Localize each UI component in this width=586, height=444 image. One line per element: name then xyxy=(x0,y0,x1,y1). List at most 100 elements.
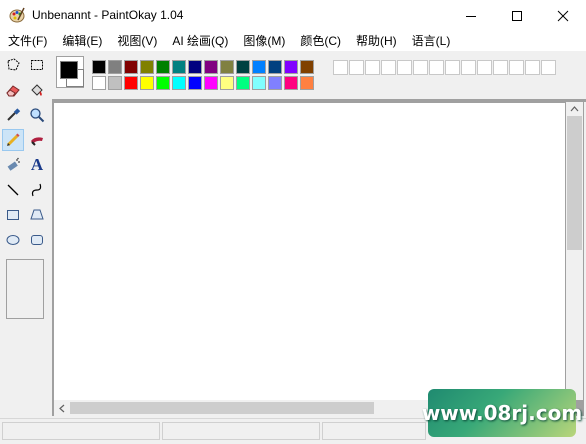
custom-color-slot[interactable] xyxy=(429,60,444,75)
ellipse-icon xyxy=(6,235,20,245)
color-swatch[interactable] xyxy=(268,76,282,90)
color-swatch[interactable] xyxy=(204,76,218,90)
menu-ai-draw[interactable]: AI 绘画(Q) xyxy=(164,31,235,51)
color-swatch[interactable] xyxy=(92,76,106,90)
eraser-tool[interactable] xyxy=(2,79,24,101)
color-swatch[interactable] xyxy=(204,60,218,74)
menu-help[interactable]: 帮助(H) xyxy=(348,31,404,51)
tool-options-panel[interactable] xyxy=(6,259,44,319)
custom-color-slot[interactable] xyxy=(397,60,412,75)
color-swatch[interactable] xyxy=(300,76,314,90)
menu-view[interactable]: 视图(V) xyxy=(109,31,164,51)
color-swatch[interactable] xyxy=(156,76,170,90)
fill-bucket-icon xyxy=(31,84,43,96)
color-swatch[interactable] xyxy=(252,60,266,74)
color-swatch[interactable] xyxy=(108,76,122,90)
airbrush-icon xyxy=(7,157,20,171)
airbrush-tool[interactable] xyxy=(2,154,24,176)
free-select-tool[interactable] xyxy=(2,54,24,76)
color-swatch[interactable] xyxy=(140,60,154,74)
color-swatch[interactable] xyxy=(140,76,154,90)
minimize-icon xyxy=(466,15,476,17)
color-swatch[interactable] xyxy=(252,76,266,90)
custom-color-slot[interactable] xyxy=(445,60,460,75)
custom-color-slot[interactable] xyxy=(333,60,348,75)
custom-color-slot[interactable] xyxy=(493,60,508,75)
rect-select-tool[interactable] xyxy=(26,54,48,76)
status-cell-message xyxy=(2,422,160,440)
color-swatch[interactable] xyxy=(300,60,314,74)
color-swatch[interactable] xyxy=(188,60,202,74)
status-cell-position xyxy=(162,422,320,440)
color-swatch[interactable] xyxy=(236,76,250,90)
color-swatch[interactable] xyxy=(236,60,250,74)
text-icon: A xyxy=(30,155,44,174)
line-icon xyxy=(7,184,19,196)
magnifier-icon xyxy=(30,108,45,123)
color-swatch[interactable] xyxy=(108,60,122,74)
brush-tool[interactable] xyxy=(26,129,48,151)
color-swatch[interactable] xyxy=(124,60,138,74)
line-tool[interactable] xyxy=(2,179,24,201)
custom-color-slot[interactable] xyxy=(365,60,380,75)
custom-color-slot[interactable] xyxy=(477,60,492,75)
fill-bucket-tool[interactable] xyxy=(26,79,48,101)
vertical-scroll-thumb[interactable] xyxy=(567,116,582,250)
custom-color-slot[interactable] xyxy=(461,60,476,75)
watermark: www.08rj.com xyxy=(422,389,582,437)
color-swatch[interactable] xyxy=(220,76,234,90)
window-title: Unbenannt - PaintOkay 1.04 xyxy=(32,8,184,22)
rectangle-tool[interactable] xyxy=(2,204,24,226)
scroll-up-icon[interactable] xyxy=(570,105,579,112)
color-swatch[interactable] xyxy=(268,60,282,74)
close-button[interactable] xyxy=(540,0,586,31)
free-select-icon xyxy=(7,58,20,71)
current-colors[interactable] xyxy=(56,56,84,88)
minimize-button[interactable] xyxy=(448,0,494,31)
rectangle-icon xyxy=(7,210,19,220)
menu-bar: 文件(F) 编辑(E) 视图(V) AI 绘画(Q) 图像(M) 颜色(C) 帮… xyxy=(0,31,586,51)
curve-tool[interactable] xyxy=(26,179,48,201)
rect-select-icon xyxy=(31,60,43,70)
app-icon xyxy=(9,7,25,23)
rounded-rect-tool[interactable] xyxy=(26,229,48,251)
rounded-rect-icon xyxy=(31,235,43,245)
color-swatch[interactable] xyxy=(188,76,202,90)
color-palette xyxy=(52,52,586,98)
title-bar: Unbenannt - PaintOkay 1.04 xyxy=(0,0,586,32)
custom-color-slot[interactable] xyxy=(413,60,428,75)
foreground-color-box[interactable] xyxy=(60,61,78,79)
color-swatch[interactable] xyxy=(156,60,170,74)
horizontal-scroll-thumb[interactable] xyxy=(70,402,374,414)
menu-image[interactable]: 图像(M) xyxy=(235,31,292,51)
color-swatch[interactable] xyxy=(284,60,298,74)
polygon-tool[interactable] xyxy=(26,204,48,226)
menu-colors[interactable]: 颜色(C) xyxy=(292,31,348,51)
maximize-button[interactable] xyxy=(494,0,540,31)
color-swatch[interactable] xyxy=(220,60,234,74)
menu-file[interactable]: 文件(F) xyxy=(0,31,54,51)
color-swatch[interactable] xyxy=(172,60,186,74)
maximize-icon xyxy=(512,10,522,21)
menu-edit[interactable]: 编辑(E) xyxy=(54,31,109,51)
color-swatch[interactable] xyxy=(172,76,186,90)
color-picker-tool[interactable] xyxy=(2,104,24,126)
eraser-icon xyxy=(6,85,20,97)
magnifier-tool[interactable] xyxy=(26,104,48,126)
text-tool[interactable]: A xyxy=(26,154,48,176)
color-swatch[interactable] xyxy=(92,60,106,74)
pencil-icon xyxy=(6,133,20,147)
color-swatch[interactable] xyxy=(124,76,138,90)
custom-color-slot[interactable] xyxy=(509,60,524,75)
color-swatch[interactable] xyxy=(284,76,298,90)
menu-language[interactable]: 语言(L) xyxy=(404,31,458,51)
custom-color-slot[interactable] xyxy=(381,60,396,75)
vertical-scrollbar[interactable] xyxy=(566,102,583,400)
custom-color-slot[interactable] xyxy=(525,60,540,75)
drawing-canvas[interactable] xyxy=(54,103,565,400)
ellipse-tool[interactable] xyxy=(2,229,24,251)
scroll-left-icon[interactable] xyxy=(58,404,65,413)
pencil-tool[interactable] xyxy=(2,129,24,151)
custom-color-slot[interactable] xyxy=(541,60,556,75)
custom-color-slot[interactable] xyxy=(349,60,364,75)
